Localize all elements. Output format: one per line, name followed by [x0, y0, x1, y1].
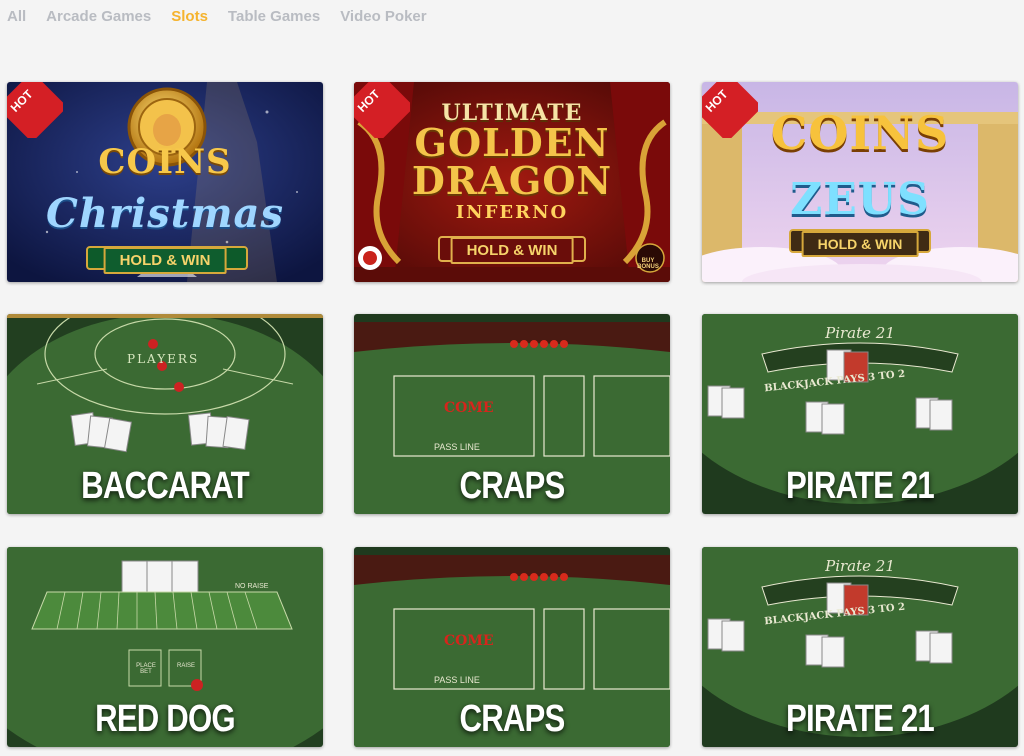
- come-label: COME: [444, 400, 494, 416]
- slot-title: GOLDEN: [414, 120, 610, 165]
- tab-video-poker[interactable]: Video Poker: [340, 8, 426, 28]
- hold-and-win-badge: HOLD & WIN: [450, 237, 574, 264]
- slot-subtitle: Christmas: [46, 190, 284, 237]
- game-tile-pirate-21[interactable]: Pirate 21 BLACKJACK PAYS 3 TO 2 PIRATE 2…: [702, 314, 1018, 514]
- slot-subtitle: INFERNO: [455, 202, 569, 223]
- players-label: PLAYERS: [127, 352, 200, 366]
- game-tile-pirate-21[interactable]: Pirate 21 BLACKJACK PAYS 3 TO 2 PIRATE 2…: [702, 547, 1018, 747]
- game-tile-red-dog[interactable]: NO RAISE PLACE BET RAISE RED DOG: [7, 547, 323, 747]
- pirate-21-logo: Pirate 21: [825, 557, 895, 575]
- pass-line-label: PASS LINE: [434, 442, 480, 452]
- hold-and-win-badge: HOLD & WIN: [103, 247, 227, 274]
- tab-slots[interactable]: Slots: [171, 8, 208, 28]
- slot-subtitle: ZEUS: [790, 174, 930, 225]
- tab-all[interactable]: All: [7, 8, 26, 28]
- raise-label: RAISE: [176, 663, 195, 669]
- game-tile-craps[interactable]: COME PASS LINE CRAPS: [354, 547, 670, 747]
- game-tile-baccarat[interactable]: PLAYERS BACCARAT: [7, 314, 323, 514]
- game-title: CRAPS: [459, 465, 566, 507]
- game-tile-coins-of-christmas[interactable]: HOT COINS Christmas HOLD & WIN: [7, 82, 323, 282]
- tab-arcade-games[interactable]: Arcade Games: [46, 8, 151, 28]
- game-title: CRAPS: [459, 698, 566, 740]
- slot-title: COINS: [98, 142, 232, 182]
- game-title: BACCARAT: [81, 465, 250, 507]
- game-tile-coins-of-zeus[interactable]: HOT COINS ZEUS HOLD & WIN: [702, 82, 1018, 282]
- game-tile-ultimate-golden-dragon-inferno[interactable]: HOT ULTIMATE GOLDEN DRAGON INFERNO HOLD …: [354, 82, 670, 282]
- buy-bonus-badge: BUY BONUS: [637, 258, 659, 270]
- pass-line-label: PASS LINE: [434, 675, 480, 685]
- pirate-21-logo: Pirate 21: [825, 324, 895, 342]
- tab-table-games[interactable]: Table Games: [228, 8, 320, 28]
- slot-title: COINS: [770, 106, 950, 160]
- game-title: RED DOG: [95, 698, 236, 740]
- come-label: COME: [444, 633, 494, 649]
- slot-title-line2: DRAGON: [411, 158, 613, 203]
- game-tile-craps[interactable]: COME PASS LINE CRAPS: [354, 314, 670, 514]
- game-title: PIRATE 21: [786, 698, 935, 740]
- no-raise-label: NO RAISE: [235, 583, 269, 590]
- hold-and-win-badge: HOLD & WIN: [801, 231, 919, 257]
- hot-ribbon: HOT: [7, 82, 63, 138]
- place-bet-label: PLACE BET: [136, 663, 156, 675]
- game-title: PIRATE 21: [786, 465, 935, 507]
- category-tabs: All Arcade Games Slots Table Games Video…: [7, 8, 447, 28]
